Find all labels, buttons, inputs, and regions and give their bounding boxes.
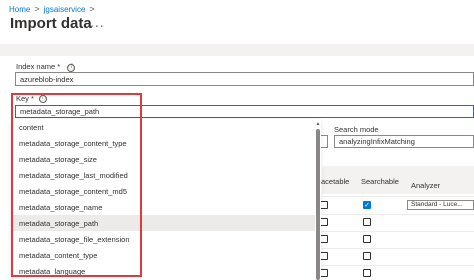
searchable-checkbox[interactable] bbox=[363, 252, 371, 260]
search-mode-label: Search mode bbox=[334, 125, 379, 134]
dropdown-option[interactable]: metadata_storage_content_md5 bbox=[13, 183, 319, 199]
facetable-checkbox[interactable] bbox=[320, 201, 328, 209]
page-title: Import data bbox=[10, 15, 92, 32]
dropdown-option[interactable]: metadata_storage_name bbox=[13, 199, 319, 215]
breadcrumb-service-link[interactable]: jgsaiservice bbox=[44, 5, 86, 14]
column-header-facetable[interactable]: acetable bbox=[321, 177, 349, 186]
breadcrumb-separator: > bbox=[89, 4, 95, 14]
table-row-divider bbox=[322, 248, 474, 249]
dropdown-option[interactable]: metadata_storage_last_modified bbox=[13, 167, 319, 183]
facetable-checkbox[interactable] bbox=[320, 252, 328, 260]
breadcrumb-separator: > bbox=[34, 4, 40, 14]
table-row-divider bbox=[322, 196, 474, 197]
section-header-band bbox=[0, 44, 474, 56]
searchable-checkbox[interactable] bbox=[363, 269, 371, 277]
dropdown-option[interactable]: metadata_storage_size bbox=[13, 151, 319, 167]
search-mode-select[interactable]: analyzingInfixMatching bbox=[334, 135, 474, 148]
more-options-button[interactable]: ... bbox=[90, 14, 105, 30]
index-name-label-text: Index name bbox=[16, 62, 56, 71]
facetable-checkbox[interactable] bbox=[320, 218, 328, 226]
info-icon[interactable]: ⓘ bbox=[38, 94, 47, 103]
required-marker: * bbox=[57, 62, 61, 71]
dropdown-option[interactable]: metadata_storage_file_extension bbox=[13, 231, 319, 247]
table-row-divider bbox=[322, 214, 474, 215]
dropdown-option[interactable]: metadata_content_type bbox=[13, 247, 319, 263]
column-header-searchable[interactable]: Searchable bbox=[361, 177, 399, 186]
required-marker: * bbox=[30, 94, 34, 103]
breadcrumb-home-link[interactable]: Home bbox=[9, 5, 30, 14]
index-name-input[interactable]: azureblob-index bbox=[15, 72, 474, 86]
key-label: Key * ⓘ bbox=[16, 94, 47, 103]
dropdown-option[interactable]: metadata_language bbox=[13, 263, 319, 279]
searchable-checkbox[interactable] bbox=[363, 218, 371, 226]
key-dropdown-list: content metadata_storage_content_type me… bbox=[13, 119, 319, 280]
index-name-label: Index name * ⓘ bbox=[16, 62, 76, 72]
searchable-checkbox[interactable] bbox=[363, 235, 371, 243]
scroll-up-arrow-icon[interactable]: ▲ bbox=[315, 121, 321, 127]
dropdown-option-selected[interactable]: metadata_storage_path bbox=[13, 215, 319, 231]
scrollbar-thumb[interactable] bbox=[316, 129, 320, 280]
facetable-checkbox[interactable] bbox=[320, 235, 328, 243]
dropdown-option[interactable]: metadata_storage_content_type bbox=[13, 135, 319, 151]
dropdown-option[interactable]: content bbox=[13, 119, 319, 135]
searchable-checkbox[interactable]: ✓ bbox=[363, 201, 371, 209]
info-icon[interactable]: ⓘ bbox=[67, 64, 76, 72]
table-row-divider bbox=[322, 265, 474, 266]
table-row-divider bbox=[322, 231, 474, 232]
column-header-analyzer: Analyzer bbox=[411, 181, 441, 190]
analyzer-select[interactable]: Standard - Luce... bbox=[407, 200, 474, 210]
partial-field[interactable] bbox=[320, 135, 328, 148]
analyzer-select-value: Standard - Luce... bbox=[411, 201, 463, 208]
breadcrumb: Home > jgsaiservice > bbox=[9, 2, 99, 16]
key-label-text: Key bbox=[16, 94, 29, 103]
facetable-checkbox[interactable] bbox=[320, 269, 328, 277]
key-combobox-input[interactable]: metadata_storage_path bbox=[15, 105, 474, 118]
